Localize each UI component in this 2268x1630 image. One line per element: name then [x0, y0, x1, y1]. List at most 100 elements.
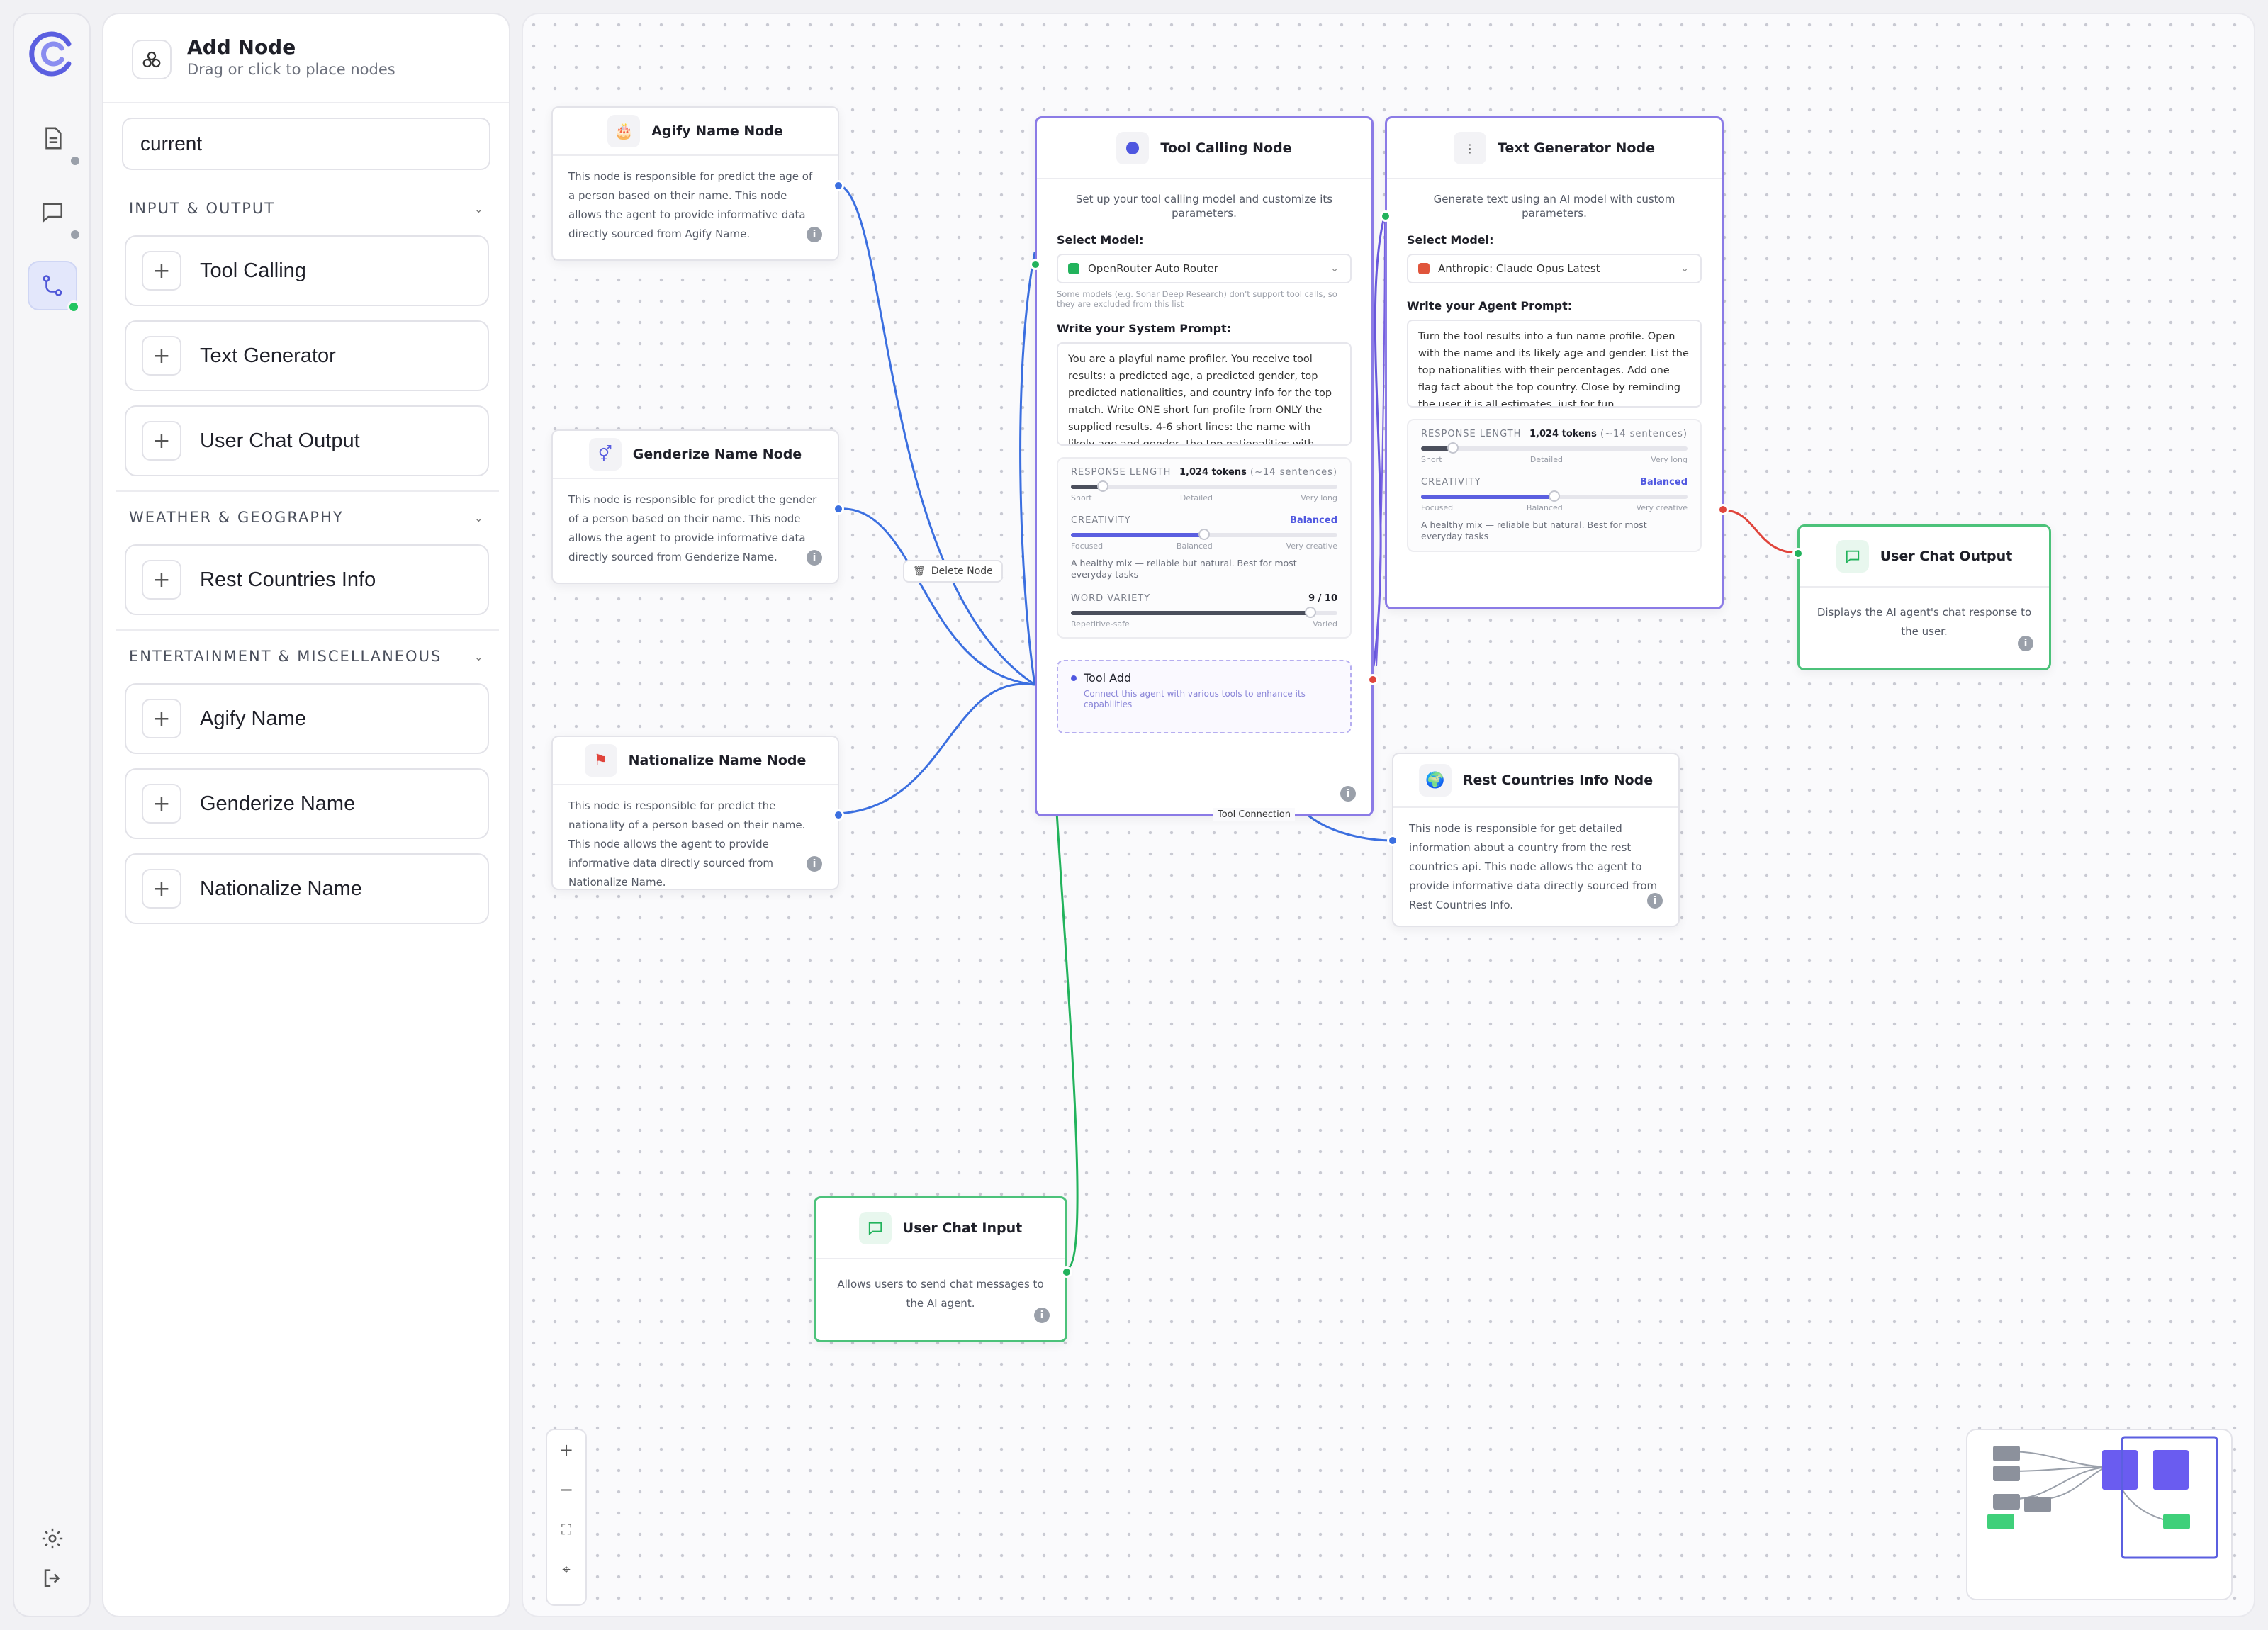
info-icon[interactable]: i [2018, 636, 2033, 651]
response-length-slider[interactable] [1071, 480, 1337, 492]
info-icon[interactable]: i [807, 856, 822, 872]
word-variety-slider[interactable] [1071, 607, 1337, 618]
user-chat-output-node[interactable]: User Chat Output Displays the AI agent's… [1792, 524, 2051, 670]
word-variety-label: WORD VARIETY [1071, 593, 1151, 604]
creativity-row: CREATIVITY Balanced [1071, 515, 1337, 526]
info-icon[interactable]: i [1340, 786, 1356, 802]
creativity-slider[interactable] [1421, 490, 1688, 502]
model-select[interactable]: Anthropic: Claude Opus Latest ⌄ [1407, 254, 1702, 283]
status-dot [69, 154, 82, 167]
creativity-value: Balanced [1640, 477, 1688, 488]
rest-countries-info-node[interactable]: 🌍 Rest Countries Info Node This node is … [1387, 753, 1680, 927]
slider-fill [1071, 611, 1311, 615]
logout-icon [44, 1569, 60, 1587]
tool-calling-node[interactable]: Tool Calling Node Set up your tool calli… [1030, 116, 1379, 816]
info-icon[interactable]: i [807, 227, 822, 242]
panel-title: Add Node [187, 35, 296, 59]
section-entertainment[interactable]: ENTERTAINMENT & MISCELLANEOUS ⌄ [129, 643, 485, 669]
cake-icon: 🎂 [607, 115, 641, 147]
node-item-text-generator[interactable]: + Text Generator [125, 320, 489, 391]
input-port[interactable] [1380, 210, 1391, 222]
flow-canvas[interactable]: 🎂 Agify Name Node This node is responsib… [522, 13, 2255, 1617]
info-icon[interactable]: i [807, 550, 822, 566]
node-item-label: User Chat Output [200, 429, 360, 452]
creativity-value: Balanced [1290, 515, 1337, 526]
tick: Balanced [1526, 503, 1563, 512]
agify-name-node[interactable]: 🎂 Agify Name Node This node is responsib… [551, 106, 844, 261]
text-generator-node[interactable]: ⋮ Text Generator Node Generate text usin… [1380, 116, 1729, 609]
info-icon[interactable]: i [1647, 893, 1663, 909]
output-port[interactable] [833, 809, 844, 821]
section-input-output[interactable]: INPUT & OUTPUT ⌄ [129, 196, 485, 221]
slider-knob[interactable] [1305, 607, 1317, 618]
text-generator-icon: ⋮ [1454, 132, 1487, 164]
node-item-agify-name[interactable]: + Agify Name [125, 683, 489, 754]
response-length-row: RESPONSE LENGTH 1,024 tokens (~14 senten… [1071, 467, 1337, 478]
plus-icon: + [142, 421, 181, 461]
logout-button[interactable] [28, 1553, 77, 1603]
output-port[interactable] [1717, 504, 1729, 515]
input-port[interactable] [1387, 835, 1398, 846]
rail-chat-button[interactable] [28, 187, 82, 241]
agent-prompt-textarea[interactable]: Turn the tool results into a fun name pr… [1407, 320, 1702, 408]
node-description: This node is responsible for predict the… [568, 799, 806, 889]
node-item-label: Tool Calling [200, 259, 306, 282]
node-description: This node is responsible for predict the… [568, 170, 813, 240]
minimap[interactable] [1966, 1429, 2233, 1600]
delete-node-button[interactable]: 🗑 Delete Node [903, 560, 1003, 583]
output-port[interactable] [1061, 1266, 1072, 1278]
input-port[interactable] [1030, 259, 1041, 270]
rail-documents-button[interactable] [28, 113, 82, 167]
section-weather-geography[interactable]: WEATHER & GEOGRAPHY ⌄ [129, 505, 485, 530]
system-prompt-textarea[interactable]: You are a playful name profiler. You rec… [1057, 342, 1352, 446]
globe-icon: 🌍 [1418, 764, 1452, 797]
slider-knob[interactable] [1097, 480, 1109, 492]
plus-icon: + [142, 869, 181, 909]
node-item-label: Nationalize Name [200, 877, 362, 900]
model-select[interactable]: OpenRouter Auto Router ⌄ [1057, 254, 1352, 283]
output-port[interactable] [1367, 674, 1379, 685]
chat-icon [42, 203, 63, 223]
output-port[interactable] [833, 503, 844, 515]
slider-knob[interactable] [1198, 529, 1210, 540]
tick: Repetitive-safe [1071, 619, 1130, 629]
edge-genderize-to-tool [837, 507, 1035, 686]
creativity-slider[interactable] [1071, 529, 1337, 540]
input-port[interactable] [1792, 548, 1804, 559]
node-item-tool-calling[interactable]: + Tool Calling [125, 235, 489, 306]
response-length-slider[interactable] [1421, 442, 1688, 454]
zoom-in-button[interactable]: + [547, 1430, 585, 1470]
output-port[interactable] [833, 180, 844, 191]
rail-flow-button[interactable] [28, 261, 80, 313]
response-length-value: 1,024 tokens [1179, 467, 1247, 478]
zoom-out-button[interactable]: − [547, 1470, 585, 1510]
response-length-row: RESPONSE LENGTH 1,024 tokens (~14 senten… [1421, 429, 1688, 439]
chevron-down-icon: ⌄ [473, 201, 485, 215]
node-item-rest-countries-info[interactable]: + Rest Countries Info [125, 544, 489, 615]
slider-knob[interactable] [1447, 442, 1459, 454]
chevron-down-icon: ⌄ [1680, 263, 1689, 274]
tick: Short [1421, 455, 1442, 464]
tick: Very creative [1636, 503, 1688, 512]
creativity-label: CREATIVITY [1071, 515, 1131, 526]
genderize-name-node[interactable]: ⚥ Genderize Name Node This node is respo… [551, 429, 844, 584]
node-title: Nationalize Name Node [628, 753, 807, 768]
search-input[interactable] [122, 118, 490, 170]
info-icon[interactable]: i [1034, 1308, 1050, 1323]
fit-view-button[interactable]: ⛶ [547, 1510, 585, 1549]
app-logo[interactable] [28, 28, 79, 79]
node-item-nationalize-name[interactable]: + Nationalize Name [125, 853, 489, 924]
slider-knob[interactable] [1549, 490, 1560, 502]
user-chat-input-node[interactable]: User Chat Input Allows users to send cha… [814, 1196, 1072, 1342]
node-item-user-chat-output[interactable]: + User Chat Output [125, 405, 489, 476]
tool-add-dropzone[interactable]: Tool Add Connect this agent with various… [1057, 660, 1352, 734]
node-item-genderize-name[interactable]: + Genderize Name [125, 768, 489, 839]
prompt-label: Write your Agent Prompt: [1407, 299, 1573, 313]
tool-add-desc: Connect this agent with various tools to… [1084, 689, 1306, 709]
nationalize-name-node[interactable]: ⚑ Nationalize Name Node This node is res… [551, 736, 844, 890]
lock-view-button[interactable]: ⌖ [547, 1549, 585, 1589]
gender-icon: ⚥ [588, 438, 622, 471]
model-note: Some models (e.g. Sonar Deep Research) d… [1057, 289, 1337, 309]
tool-add-title: Tool Add [1084, 671, 1132, 685]
node-item-label: Genderize Name [200, 792, 356, 815]
